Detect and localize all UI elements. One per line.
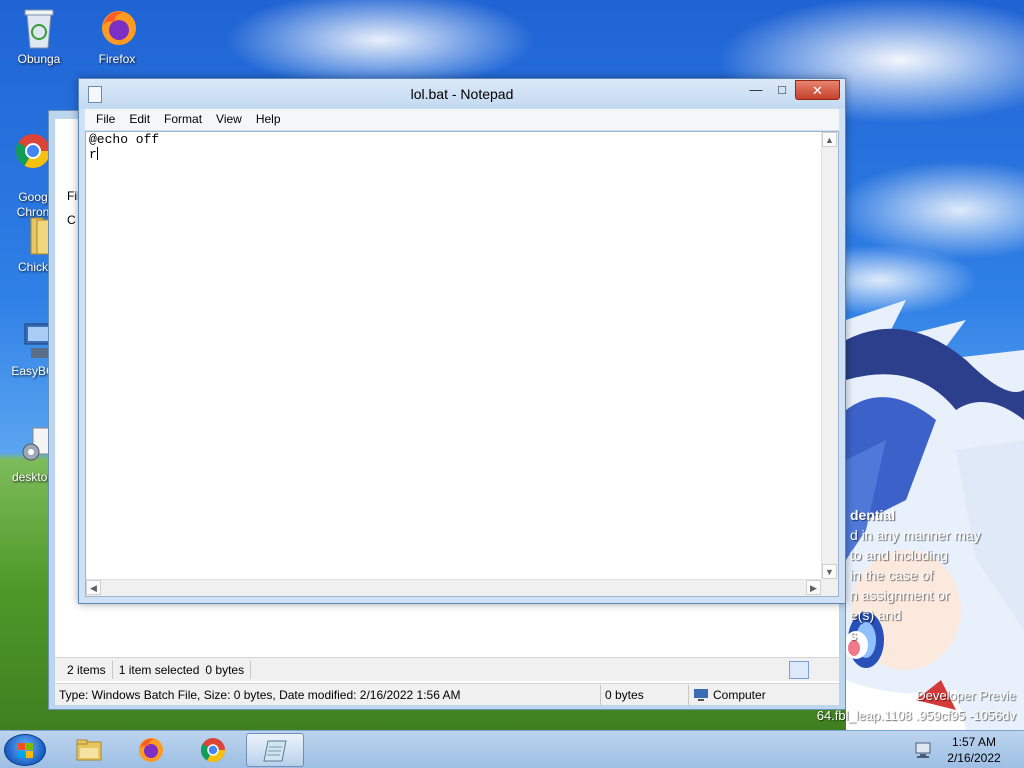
file-details: Type: Windows Batch File, Size: 0 bytes,… <box>55 684 601 705</box>
items-count: 2 items <box>67 662 106 677</box>
horizontal-scrollbar[interactable]: ◀ ▶ <box>86 579 821 596</box>
clock-time: 1:57 AM <box>951 735 997 749</box>
explorer-details-bar: Type: Windows Batch File, Size: 0 bytes,… <box>55 683 839 705</box>
scroll-right-arrow-icon[interactable]: ▶ <box>806 580 821 595</box>
wallpaper-text-line: e(s) and <box>850 607 902 623</box>
status-separator <box>111 660 113 679</box>
large-icons-view-icon[interactable] <box>813 661 833 679</box>
minimize-button[interactable]: — <box>743 80 769 100</box>
wallpaper-text-line: s <box>850 627 857 643</box>
chrome-icon <box>16 134 50 168</box>
taskbar-file-explorer[interactable] <box>60 733 118 767</box>
text-caret <box>96 147 98 160</box>
computer-icon <box>24 323 52 358</box>
network-icon[interactable] <box>914 741 932 759</box>
taskbar-notepad[interactable] <box>246 733 304 767</box>
editor-line-with-caret: r <box>89 147 820 162</box>
menu-edit[interactable]: Edit <box>122 109 157 130</box>
firefox-icon <box>102 11 136 45</box>
selected-size: 0 bytes <box>205 662 245 677</box>
menu-format[interactable]: Format <box>157 109 209 130</box>
start-button[interactable] <box>4 734 46 766</box>
editor-line: r <box>89 147 97 162</box>
wallpaper-text-line: in the case of <box>850 567 934 583</box>
editor-line: @echo off <box>89 132 160 147</box>
desktop-icon-recycle-bin[interactable]: Obunga <box>4 6 74 67</box>
notepad-window[interactable]: lol.bat - Notepad — □ ✕ File Edit Format… <box>78 78 846 604</box>
wallpaper-text-line: to and including <box>850 547 949 563</box>
taskbar-firefox[interactable] <box>122 733 180 767</box>
desktop-icon-firefox[interactable]: Firefox <box>82 6 152 67</box>
status-separator <box>250 660 252 679</box>
scroll-down-arrow-icon[interactable]: ▼ <box>822 564 837 579</box>
text-editor[interactable]: @echo off r ▲ ▼ ◀ ▶ <box>85 131 839 597</box>
editor-text[interactable]: @echo off r <box>89 133 820 578</box>
notepad-icon <box>263 740 287 762</box>
menu-view[interactable]: View <box>209 109 249 130</box>
location-label: Computer <box>713 687 766 702</box>
taskbar-chrome[interactable] <box>184 733 242 767</box>
scrollbar-corner <box>821 579 838 596</box>
menu-bar: File Edit Format View Help <box>85 109 839 130</box>
clock-date: 2/16/2022 <box>947 751 1001 765</box>
vertical-scrollbar[interactable]: ▲ ▼ <box>821 132 838 579</box>
menu-help[interactable]: Help <box>249 109 288 130</box>
firefox-icon <box>139 738 163 762</box>
title-bar[interactable]: lol.bat - Notepad — □ ✕ <box>79 79 845 109</box>
scroll-left-arrow-icon[interactable]: ◀ <box>86 580 101 595</box>
details-view-icon[interactable] <box>789 660 809 679</box>
file-size: 0 bytes <box>601 684 689 705</box>
windows-logo-icon <box>18 743 33 758</box>
taskbar: 1:57 AM 2/16/2022 <box>0 730 1024 768</box>
maximize-button[interactable]: □ <box>769 80 795 100</box>
desktop-icon-label: Obunga <box>17 52 61 66</box>
explorer-status-bar: 2 items 1 item selected 0 bytes <box>55 657 839 681</box>
selected-count: 1 item selected <box>118 662 200 677</box>
folder-icon <box>76 739 102 761</box>
wallpaper-text-line: dential <box>850 507 896 523</box>
settings-file-icon <box>22 427 52 461</box>
scroll-up-arrow-icon[interactable]: ▲ <box>822 132 837 147</box>
menu-file[interactable]: File <box>89 109 122 130</box>
wallpaper-text-line: n assignment or <box>850 587 950 603</box>
view-toggle <box>789 660 839 679</box>
chrome-icon <box>200 738 225 763</box>
computer-icon <box>694 688 708 701</box>
recycle-bin-icon <box>24 9 54 49</box>
desktop-icon-label: Chick <box>17 260 48 274</box>
folder-icon <box>30 217 50 255</box>
close-button[interactable]: ✕ <box>795 80 840 100</box>
location-cell: Computer <box>689 685 829 705</box>
desktop-icon-label: Firefox <box>98 52 136 66</box>
wallpaper-watermark-text: dential d in any manner may to and inclu… <box>850 505 1024 645</box>
window-title: lol.bat - Notepad <box>410 86 514 102</box>
wallpaper-text-line: d in any manner may <box>850 527 981 543</box>
system-clock[interactable]: 1:57 AM 2/16/2022 <box>936 734 1012 766</box>
